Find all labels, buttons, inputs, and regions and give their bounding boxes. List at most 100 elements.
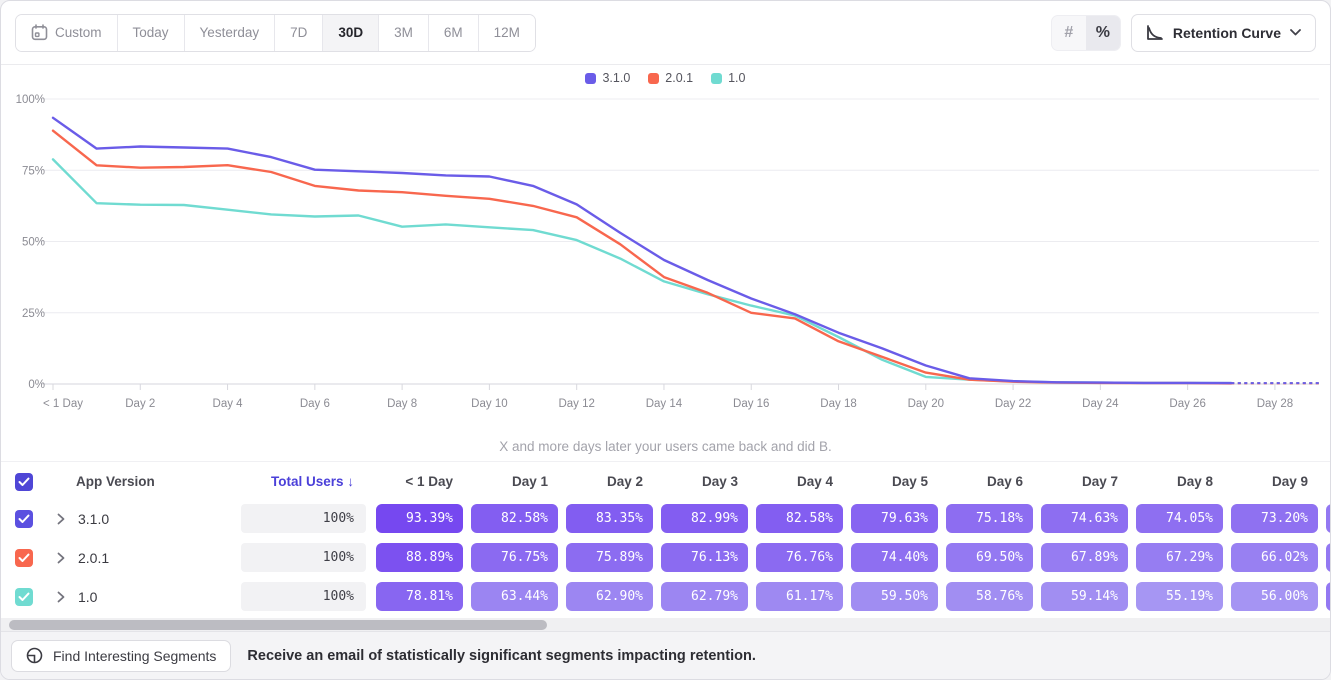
retention-value-cell[interactable]: 67.89% <box>1041 543 1128 572</box>
retention-value-cell[interactable]: 88.89% <box>376 543 463 572</box>
date-range-label: 30D <box>338 25 363 40</box>
retention-value-cell[interactable]: 83.35% <box>566 504 653 533</box>
date-range-button-30d[interactable]: 30D <box>323 15 379 51</box>
expand-chevron-icon[interactable] <box>57 591 65 603</box>
retention-line-1.0 <box>53 159 1231 383</box>
day-column-header[interactable]: Day 5 <box>851 474 946 489</box>
legend-swatch <box>585 73 596 84</box>
retention-value-cell[interactable]: 74.40% <box>851 543 938 572</box>
retention-value-cell[interactable]: 79.63% <box>851 504 938 533</box>
y-axis-tick-label: 25% <box>22 308 45 320</box>
x-axis-tick-label: Day 26 <box>1169 398 1205 410</box>
absolute-numbers-toggle[interactable]: # <box>1052 16 1086 50</box>
retention-value-cell[interactable] <box>1326 543 1331 572</box>
x-axis-tick-label: Day 10 <box>471 398 507 410</box>
retention-value-cell[interactable]: 56.00% <box>1231 582 1318 611</box>
retention-value-cell[interactable]: 82.58% <box>756 504 843 533</box>
select-all-checkbox[interactable] <box>15 473 33 491</box>
retention-value-cell[interactable]: 76.75% <box>471 543 558 572</box>
horizontal-scrollbar-thumb[interactable] <box>9 620 547 630</box>
retention-value-cell[interactable]: 76.13% <box>661 543 748 572</box>
y-axis-tick-label: 0% <box>28 379 45 391</box>
retention-value-cell[interactable]: 82.99% <box>661 504 748 533</box>
date-range-label: 3M <box>394 25 413 40</box>
total-users-header[interactable]: Total Users ↓ <box>241 474 376 489</box>
x-axis-tick-label: Day 22 <box>995 398 1031 410</box>
table-row-1.0: 1.0100%78.81%63.44%62.90%62.79%61.17%59.… <box>1 579 1330 614</box>
percentage-toggle[interactable]: % <box>1086 16 1120 50</box>
retention-value-cell[interactable]: 66.02% <box>1231 543 1318 572</box>
date-range-button-yesterday[interactable]: Yesterday <box>185 15 276 51</box>
view-selector-label: Retention Curve <box>1173 25 1281 41</box>
chart-legend: 3.1.0 2.0.1 1.0 <box>1 67 1330 89</box>
x-axis-tick-label: Day 8 <box>387 398 417 410</box>
date-range-button-custom[interactable]: Custom <box>16 15 118 51</box>
row-checkbox-3.1.0[interactable] <box>15 510 33 528</box>
retention-value-cell[interactable]: 62.90% <box>566 582 653 611</box>
retention-value-cell[interactable]: 73.20% <box>1231 504 1318 533</box>
retention-value-cell[interactable]: 82.58% <box>471 504 558 533</box>
retention-value-cell[interactable]: 55.19% <box>1136 582 1223 611</box>
legend-item-1.0[interactable]: 1.0 <box>711 71 745 85</box>
y-axis-tick-label: 100% <box>16 94 45 106</box>
date-range-label: 6M <box>444 25 463 40</box>
x-axis-tick-label: Day 6 <box>300 398 330 410</box>
date-range-button-6m[interactable]: 6M <box>429 15 479 51</box>
retention-value-cell[interactable]: 75.89% <box>566 543 653 572</box>
day-column-header[interactable]: Day 7 <box>1041 474 1136 489</box>
x-axis-tick-label: Day 4 <box>213 398 244 410</box>
day-column-header[interactable]: Day 3 <box>661 474 756 489</box>
row-checkbox-1.0[interactable] <box>15 588 33 606</box>
retention-value-cell[interactable] <box>1326 582 1331 611</box>
retention-value-cell[interactable]: 75.18% <box>946 504 1033 533</box>
footer-message: Receive an email of statistically signif… <box>247 648 755 664</box>
calendar-icon <box>31 24 48 41</box>
retention-value-cell[interactable]: 62.79% <box>661 582 748 611</box>
retention-line-3.1.0 <box>53 118 1231 383</box>
legend-item-2.0.1[interactable]: 2.0.1 <box>648 71 693 85</box>
legend-item-3.1.0[interactable]: 3.1.0 <box>585 71 630 85</box>
retention-value-cell[interactable]: 69.50% <box>946 543 1033 572</box>
toolbar: CustomToday Yesterday 7D 30D 3M 6M 12M #% Rete… <box>1 1 1330 65</box>
day-column-header[interactable]: Day 1 <box>471 474 566 489</box>
retention-value-cell[interactable] <box>1326 504 1331 533</box>
expand-chevron-icon[interactable] <box>57 552 65 564</box>
legend-swatch <box>711 73 722 84</box>
date-range-button-today[interactable]: Today <box>118 15 185 51</box>
day-column-header[interactable]: Day 9 <box>1231 474 1326 489</box>
view-selector-dropdown[interactable]: Retention Curve <box>1131 14 1316 52</box>
chart-section: 3.1.02.0.11.0 0%25%50%75%100%< 1 DayDay … <box>1 65 1330 457</box>
retention-value-cell[interactable]: 59.14% <box>1041 582 1128 611</box>
day-column-header[interactable]: Day 2 <box>566 474 661 489</box>
retention-value-cell[interactable]: 67.29% <box>1136 543 1223 572</box>
retention-value-cell[interactable]: 74.63% <box>1041 504 1128 533</box>
chevron-down-icon <box>1290 29 1301 36</box>
day-column-header[interactable]: Day 4 <box>756 474 851 489</box>
x-axis-tick-label: Day 16 <box>733 398 769 410</box>
total-users-cell: 100% <box>241 504 366 533</box>
day-column-header[interactable]: < 1 Day <box>376 474 471 489</box>
retention-value-cell[interactable]: 78.81% <box>376 582 463 611</box>
legend-label: 3.1.0 <box>602 71 630 85</box>
find-interesting-segments-button[interactable]: Find Interesting Segments <box>11 640 231 672</box>
retention-value-cell[interactable]: 93.39% <box>376 504 463 533</box>
day-column-header[interactable]: Day 8 <box>1136 474 1231 489</box>
header-version-column: App Version <box>1 473 241 491</box>
date-range-button-7d[interactable]: 7D <box>275 15 323 51</box>
retention-value-cell[interactable]: 58.76% <box>946 582 1033 611</box>
expand-chevron-icon[interactable] <box>57 513 65 525</box>
retention-value-cell[interactable]: 74.05% <box>1136 504 1223 533</box>
day-column-header[interactable]: Day 6 <box>946 474 1041 489</box>
date-range-label: Yesterday <box>200 25 260 40</box>
date-range-button-3m[interactable]: 3M <box>379 15 429 51</box>
retention-value-cell[interactable]: 59.50% <box>851 582 938 611</box>
retention-value-cell[interactable]: 76.76% <box>756 543 843 572</box>
date-range-button-12m[interactable]: 12M <box>479 15 535 51</box>
row-checkbox-2.0.1[interactable] <box>15 549 33 567</box>
retention-value-cell[interactable]: 61.17% <box>756 582 843 611</box>
retention-value-cell[interactable]: 63.44% <box>471 582 558 611</box>
table-header-row: App Version Total Users ↓ < 1 DayDay 1Da… <box>1 461 1330 501</box>
sort-descending-icon: ↓ <box>347 474 354 489</box>
x-axis-tick-label: Day 28 <box>1257 398 1293 410</box>
horizontal-scrollbar <box>1 618 1330 631</box>
